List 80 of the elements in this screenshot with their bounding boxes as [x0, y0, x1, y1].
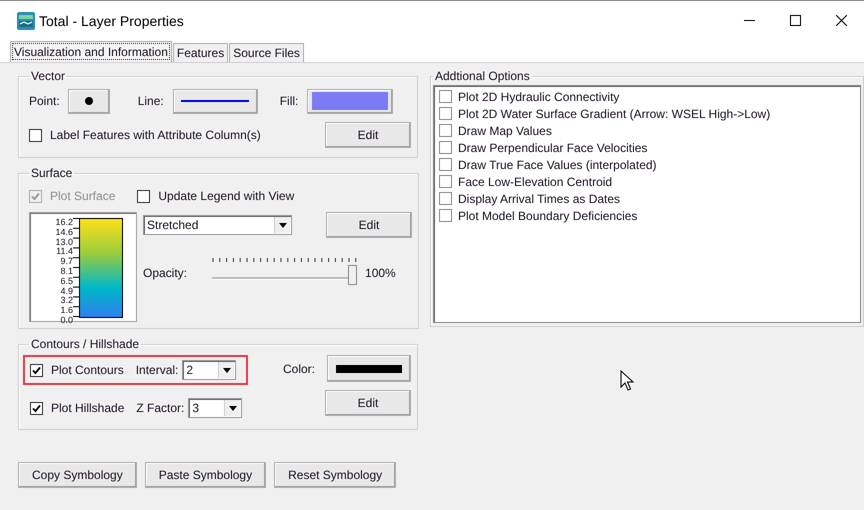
line-icon: [181, 100, 250, 102]
legend-value: 9.7: [60, 257, 73, 267]
symbology-button[interactable]: Reset Symbology: [274, 462, 396, 488]
fill-swatch-icon: [312, 92, 388, 110]
option-label: Draw Map Values: [458, 124, 552, 138]
tab[interactable]: Visualization and Information: [10, 41, 172, 62]
field-label: Line:: [138, 94, 164, 108]
dropdown-arrow-icon: [228, 406, 237, 410]
checkbox-label: Label Features with Attribute Column(s): [50, 128, 261, 142]
slider-label: Opacity:: [143, 266, 188, 280]
checkbox-label: Plot Surface: [50, 189, 116, 203]
window-title: Total - Layer Properties: [39, 12, 184, 28]
dropdown-arrow-icon: [222, 368, 231, 372]
point-symbol-button[interactable]: [68, 88, 110, 114]
checkbox[interactable]: [137, 190, 150, 202]
group-title: Addtional Options: [434, 69, 531, 83]
slider-thumb[interactable]: [348, 265, 358, 285]
option-label: Draw True Face Values (interpolated): [458, 158, 657, 172]
group-title: Surface: [30, 166, 74, 180]
close-icon: [836, 15, 846, 26]
dropdown-arrow-icon: [278, 222, 286, 228]
color-button[interactable]: [327, 355, 411, 382]
legend-value: 16.2: [55, 218, 73, 228]
checkbox[interactable]: [439, 107, 452, 120]
group-title: Vector: [30, 69, 66, 83]
dropdown[interactable]: 2: [182, 360, 236, 380]
edit-button[interactable]: Edit: [326, 212, 412, 238]
color-swatch-icon: [336, 364, 402, 372]
checkbox[interactable]: [29, 128, 42, 142]
legend-value: 6.5: [60, 276, 73, 287]
option-label: Face Low-Elevation Centroid: [458, 174, 612, 188]
checkbox-label: Update Legend with View: [158, 189, 294, 203]
app-icon: [17, 12, 35, 30]
field-label: Point:: [29, 94, 60, 108]
group-title: Contours / Hillshade: [30, 337, 140, 351]
option-label: Plot Model Boundary Deficiencies: [458, 208, 638, 222]
checkbox[interactable]: [439, 141, 452, 154]
edit-button[interactable]: Edit: [325, 122, 411, 148]
checkbox[interactable]: [439, 124, 452, 137]
tab[interactable]: Source Files: [229, 43, 304, 62]
checkbox[interactable]: [439, 192, 452, 205]
option-label: Draw Perpendicular Face Velocities: [458, 140, 648, 154]
mouse-pointer-icon: [620, 370, 634, 391]
checkbox[interactable]: [439, 158, 452, 171]
checkbox[interactable]: [439, 209, 452, 222]
tab[interactable]: Features: [172, 43, 228, 62]
checkbox-label: Plot Hillshade: [51, 401, 124, 415]
check-icon: [31, 192, 40, 200]
option-label: Plot 2D Water Surface Gradient (Arrow: WSEL High->Low): [458, 106, 770, 120]
dropdown[interactable]: Stretched: [143, 215, 292, 235]
field-label: Interval:: [136, 363, 178, 377]
checkbox[interactable]: [439, 90, 452, 103]
legend-value: 13.0: [55, 238, 73, 248]
legend-value: 11.4: [56, 247, 73, 258]
field-label: Color:: [282, 362, 315, 376]
fill-symbol-button[interactable]: [307, 88, 394, 114]
symbology-button[interactable]: Copy Symbology: [18, 462, 137, 488]
maximize-icon: [790, 15, 800, 26]
checkbox[interactable]: [30, 402, 43, 414]
dropdown[interactable]: 3: [188, 398, 242, 418]
slider-value: 100%: [365, 266, 396, 280]
option-label: Plot 2D Hydraulic Connectivity: [458, 90, 620, 104]
legend-value: 3.2: [60, 296, 73, 306]
edit-button[interactable]: Edit: [325, 390, 411, 416]
field-label: Fill:: [280, 94, 298, 108]
field-label: Z Factor:: [136, 401, 184, 415]
legend-value: 8.1: [60, 266, 73, 277]
option-label: Display Arrival Times as Dates: [458, 192, 620, 206]
legend-value: 14.6: [55, 228, 73, 238]
line-symbol-button[interactable]: [172, 88, 258, 114]
checkbox[interactable]: [439, 175, 452, 188]
legend-value: 0.0: [60, 316, 73, 326]
dot-icon: [84, 97, 93, 105]
legend-value: 1.6: [60, 306, 73, 316]
symbology-button[interactable]: Paste Symbology: [144, 462, 266, 488]
legend-value: 4.9: [60, 286, 73, 296]
check-icon: [32, 366, 41, 374]
check-icon: [32, 404, 41, 412]
checkbox[interactable]: [30, 364, 43, 376]
checkbox-label: Plot Contours: [51, 363, 124, 377]
